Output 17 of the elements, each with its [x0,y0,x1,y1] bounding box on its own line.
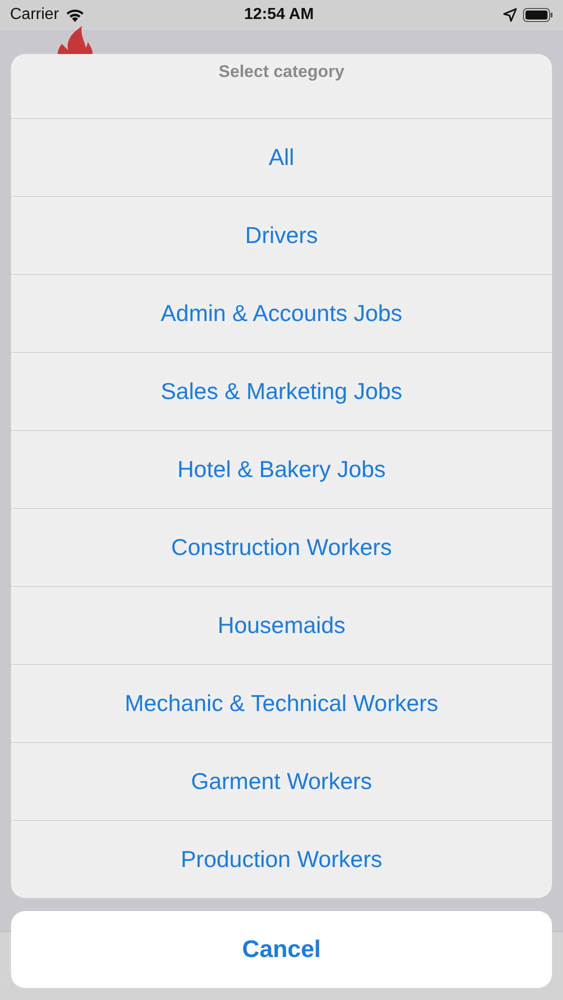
status-time: 12:54 AM [243,6,315,24]
category-option[interactable]: Admin & Accounts Jobs [11,274,552,352]
location-arrow-icon [503,8,517,22]
sheet-title: Select category [218,61,346,83]
category-option[interactable]: Sales & Marketing Jobs [11,352,552,430]
category-option[interactable]: Production Workers [11,820,552,898]
category-option[interactable]: Mechanic & Technical Workers [11,664,552,742]
category-option[interactable]: Drivers [11,196,552,274]
category-option[interactable]: Hotel & Bakery Jobs [11,430,552,508]
battery-icon [523,8,553,22]
category-option[interactable]: Housemaids [11,586,552,664]
category-option[interactable]: All [11,118,552,196]
carrier-label: Carrier [10,6,59,24]
category-option[interactable]: Garment Workers [11,742,552,820]
cancel-button[interactable]: Cancel [11,911,552,988]
category-option[interactable]: Construction Workers [11,508,552,586]
wifi-icon [64,8,85,22]
